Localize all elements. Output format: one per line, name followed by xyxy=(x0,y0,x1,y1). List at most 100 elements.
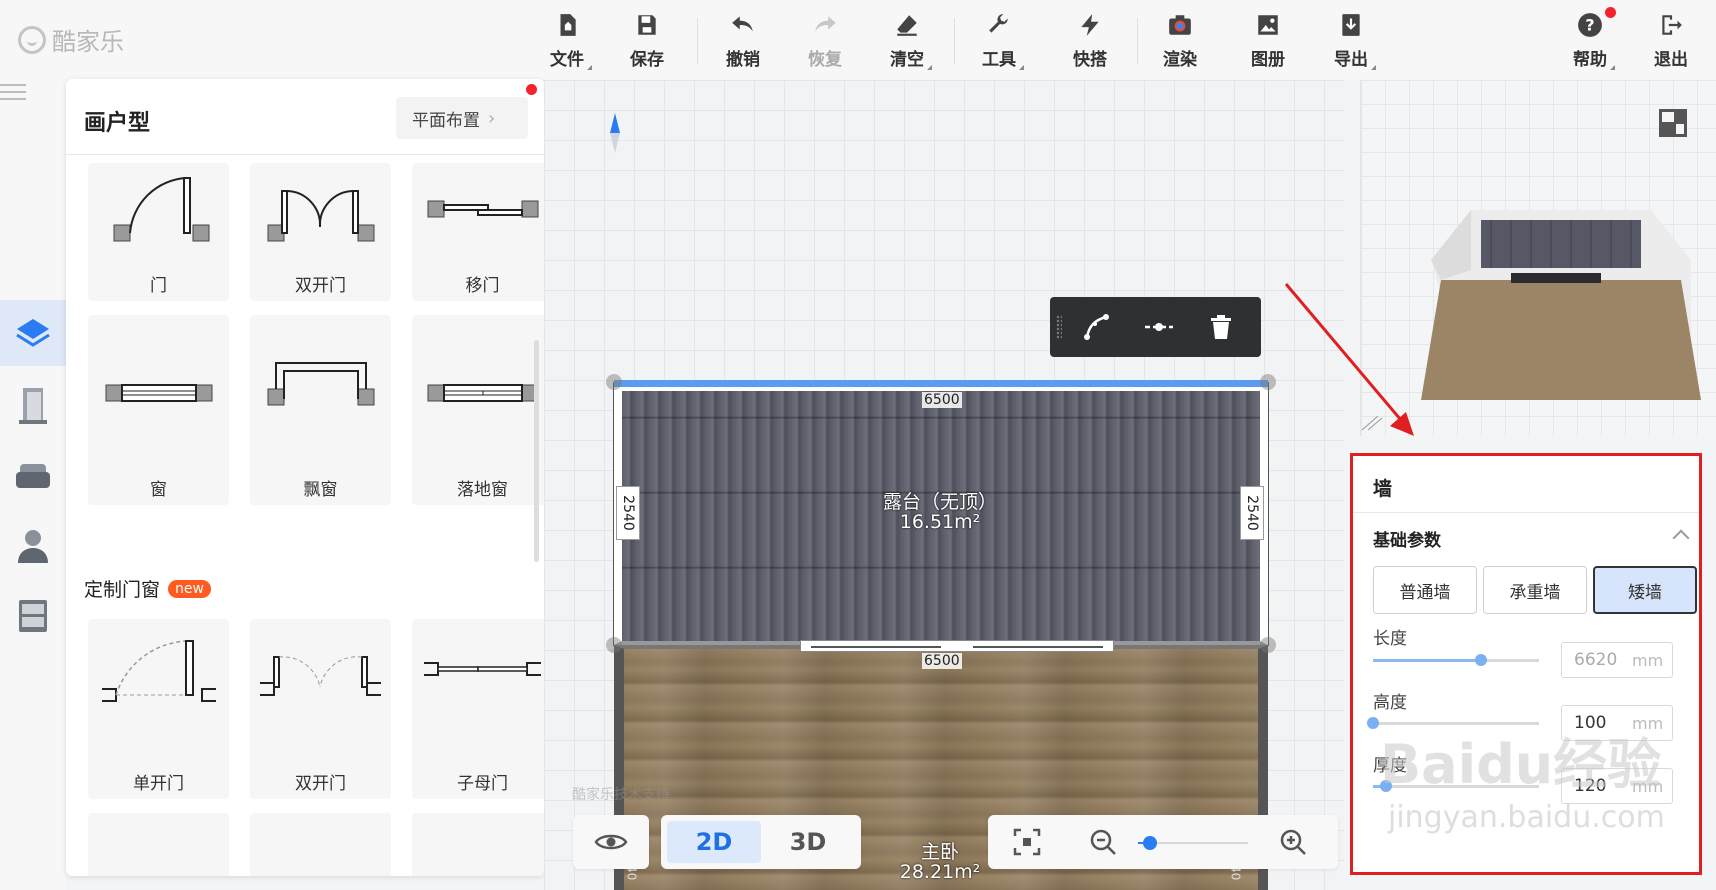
floorplan-panel: 画户型 平面布置 › 门 双开门 移门 窗 飘窗 落地窗 定制门窗 new 单开… xyxy=(66,79,544,876)
view-2d-button[interactable]: 2D xyxy=(667,821,761,863)
zoom-out-icon[interactable] xyxy=(1088,827,1118,857)
custom-double-door-symbol-icon xyxy=(260,656,381,696)
wall-type-load-bearing[interactable]: 承重墙 xyxy=(1483,566,1587,614)
length-slider[interactable] xyxy=(1373,654,1539,666)
logo-text: 酷家乐 xyxy=(52,28,124,56)
quick-build-button[interactable]: 快搭 xyxy=(1055,12,1125,74)
zoom-in-icon[interactable] xyxy=(1278,827,1308,857)
wall-corner-handle[interactable] xyxy=(1260,637,1276,653)
chevron-up-icon[interactable] xyxy=(1672,529,1690,547)
window-symbol-icon xyxy=(105,384,213,402)
zoom-slider-knob[interactable] xyxy=(1143,836,1157,850)
length-label: 长度 xyxy=(1373,629,1407,649)
svg-text:?: ? xyxy=(1585,15,1594,34)
basic-params-title: 基础参数 xyxy=(1373,531,1441,551)
view-3d-button[interactable]: 3D xyxy=(761,821,855,863)
album-button[interactable]: 图册 xyxy=(1233,12,1303,74)
properties-title: 墙 xyxy=(1373,478,1393,500)
wall-corner-handle[interactable] xyxy=(606,637,622,653)
arc-wall-icon[interactable] xyxy=(1080,311,1112,343)
floorplan-icon xyxy=(16,319,50,347)
help-notification-dot xyxy=(1605,7,1616,18)
tools-button[interactable]: 工具 xyxy=(964,12,1034,74)
compass-icon xyxy=(610,113,620,153)
drag-handle-icon[interactable] xyxy=(1056,315,1062,339)
item-more-3[interactable] xyxy=(412,813,544,876)
selected-wall[interactable] xyxy=(614,380,1268,387)
rail-doors[interactable] xyxy=(0,373,66,439)
sliding-window-element[interactable] xyxy=(800,640,1114,652)
file-icon xyxy=(560,14,576,36)
wall-type-low[interactable]: 矮墙 xyxy=(1593,566,1697,614)
clear-button[interactable]: 清空 xyxy=(872,12,942,74)
rail-cabinets[interactable] xyxy=(0,583,66,649)
panel-scrollbar[interactable] xyxy=(534,340,539,562)
door-icon xyxy=(19,388,47,424)
item-window[interactable]: 窗 xyxy=(88,315,229,505)
single-door-symbol-icon xyxy=(102,640,216,702)
eye-icon xyxy=(594,834,628,850)
dimension-top[interactable]: 6500 xyxy=(922,392,962,408)
item-bay-window[interactable]: 飘窗 xyxy=(250,315,391,505)
rail-furniture[interactable] xyxy=(0,443,66,509)
layout-button[interactable]: 平面布置 › xyxy=(396,97,528,139)
redo-button[interactable]: 恢复 xyxy=(790,12,860,74)
item-more-1[interactable] xyxy=(88,813,229,876)
zoom-controls xyxy=(988,815,1338,869)
delete-icon[interactable] xyxy=(1205,311,1237,343)
layout-notification-dot xyxy=(526,84,537,95)
render-button[interactable]: 渲染 xyxy=(1145,12,1215,74)
wall-corner-handle[interactable] xyxy=(606,374,622,390)
file-button[interactable]: 文件 xyxy=(532,12,602,74)
dimension-right[interactable]: 2540 xyxy=(1240,486,1264,540)
logout-button[interactable]: 退出 xyxy=(1636,12,1706,74)
item-floor-window[interactable]: 落地窗 xyxy=(412,315,544,505)
item-sliding-door[interactable]: 移门 xyxy=(412,163,544,301)
item-mother-child-door[interactable]: 子母门 xyxy=(412,619,544,799)
rail-floorplan[interactable] xyxy=(0,300,66,366)
mother-child-door-symbol-icon xyxy=(424,662,541,676)
baidu-watermark: Baidu经验 xyxy=(1380,733,1662,796)
preview-layout-icon[interactable] xyxy=(1656,106,1690,140)
menu-icon[interactable] xyxy=(0,84,26,104)
split-wall-icon[interactable] xyxy=(1143,311,1175,343)
fit-view-icon[interactable] xyxy=(1012,827,1042,857)
rail-people[interactable] xyxy=(0,513,66,579)
wall-type-normal[interactable]: 普通墙 xyxy=(1373,566,1477,614)
annotation-arrow xyxy=(1284,283,1414,436)
item-single-door[interactable]: 单开门 xyxy=(88,619,229,799)
wall-context-toolbar xyxy=(1050,297,1261,357)
item-double-door[interactable]: 双开门 xyxy=(250,163,391,301)
dimension-middle[interactable]: 6500 xyxy=(922,653,962,669)
eraser-icon xyxy=(897,15,917,36)
help-icon: ? xyxy=(1578,13,1602,37)
length-slider-knob[interactable] xyxy=(1475,654,1487,666)
dimension-left[interactable]: 2540 xyxy=(616,486,640,540)
wall-corner-handle[interactable] xyxy=(1260,374,1276,390)
app-logo[interactable]: 酷家乐 xyxy=(18,22,124,57)
door-symbol-icon xyxy=(113,177,210,242)
cabinet-icon xyxy=(19,600,47,632)
terrace-label: 露台（无顶） 16.51m² xyxy=(882,491,997,533)
redo-icon xyxy=(815,16,836,32)
height-slider-knob[interactable] xyxy=(1367,717,1379,729)
item-door[interactable]: 门 xyxy=(88,163,229,301)
visibility-button[interactable] xyxy=(573,815,649,869)
item-more-2[interactable] xyxy=(250,813,391,876)
left-rail xyxy=(0,80,66,890)
zoom-slider[interactable] xyxy=(1138,836,1248,850)
new-badge: new xyxy=(168,579,211,598)
logo-icon xyxy=(18,25,46,54)
lightning-icon xyxy=(1081,14,1099,36)
export-button[interactable]: 导出 xyxy=(1316,12,1386,74)
help-button[interactable]: ? 帮助 xyxy=(1555,12,1625,74)
baidu-watermark-url: jingyan.baidu.com xyxy=(1388,800,1665,835)
save-button[interactable]: 保存 xyxy=(612,12,682,74)
length-input[interactable]: 6620 mm xyxy=(1561,642,1673,678)
top-toolbar: 酷家乐 文件 保存 撤销 恢复 清空 工具 快搭 渲染 图册 导出 ? 帮助 退… xyxy=(0,0,1716,80)
floor-window-symbol-icon xyxy=(427,384,539,402)
item-custom-double-door[interactable]: 双开门 xyxy=(250,619,391,799)
undo-button[interactable]: 撤销 xyxy=(708,12,778,74)
custom-section-title: 定制门窗 new xyxy=(84,575,211,602)
height-label: 高度 xyxy=(1373,693,1407,713)
